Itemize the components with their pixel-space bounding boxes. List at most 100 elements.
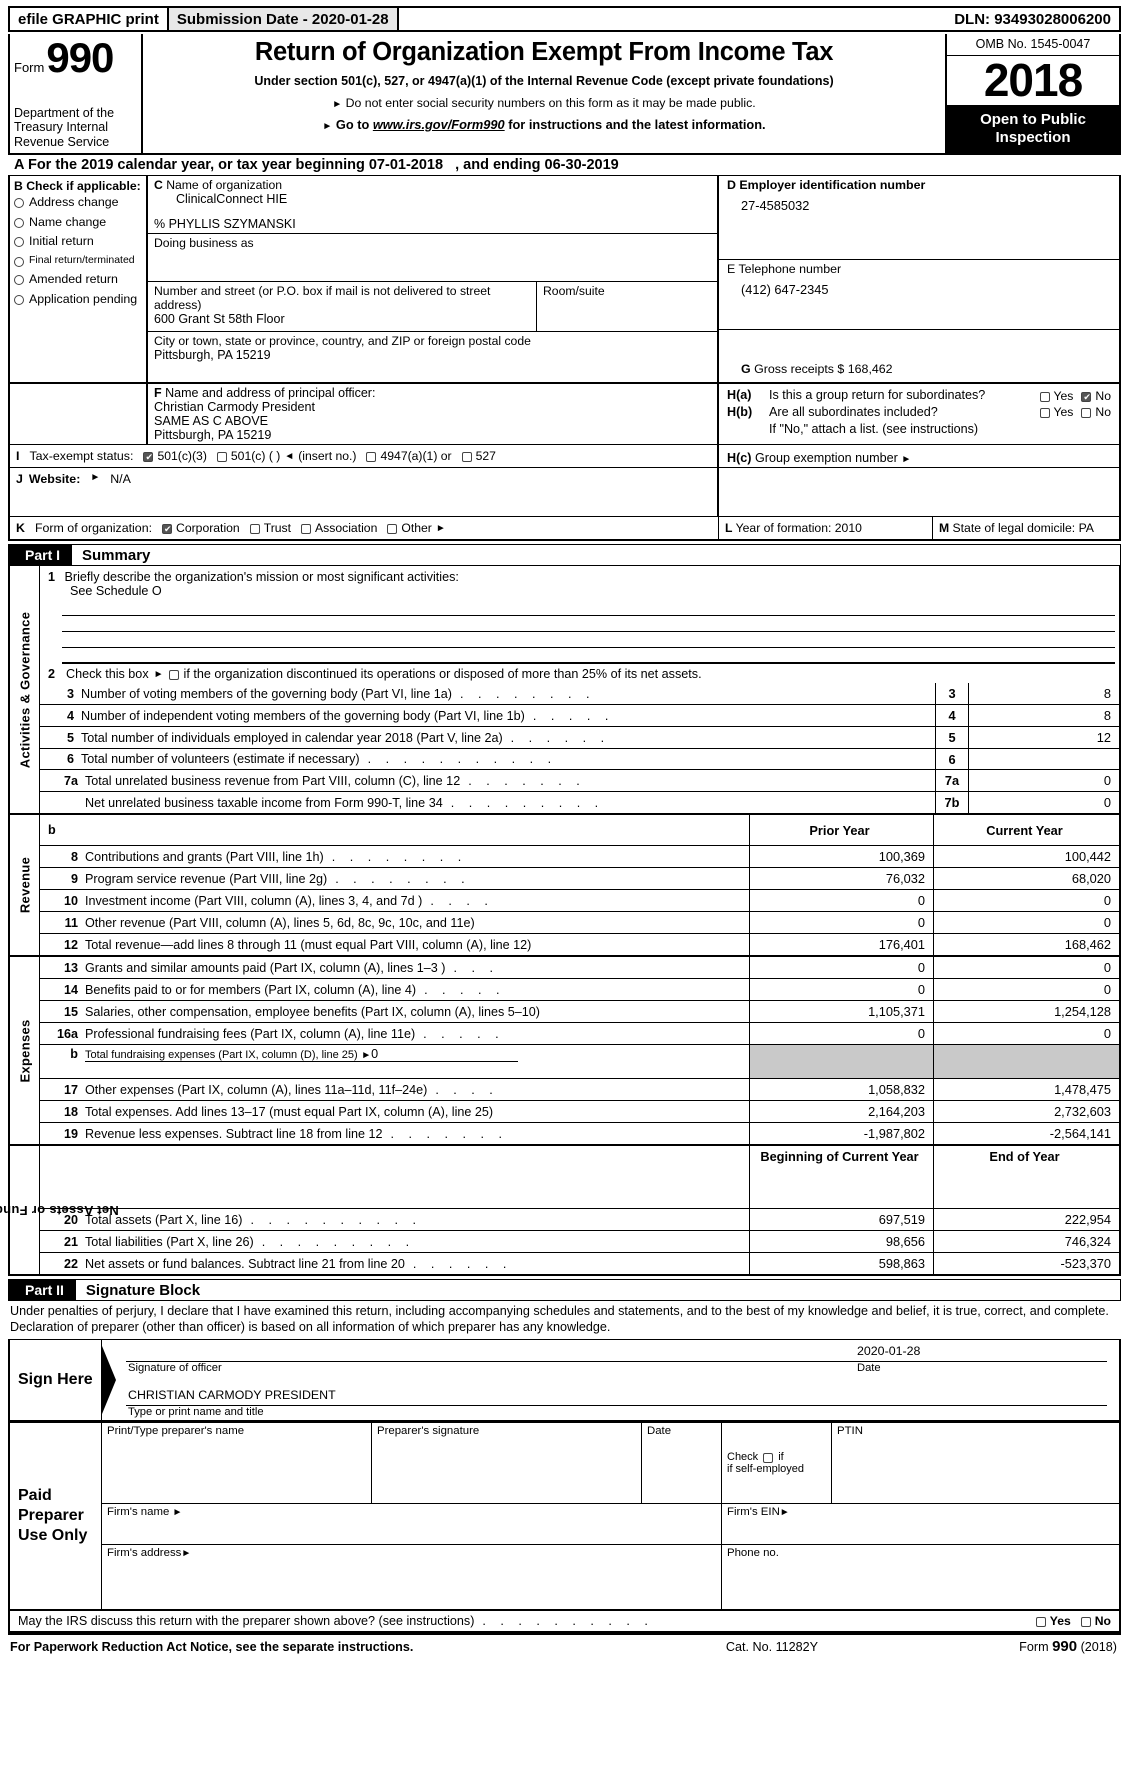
line-22-number: 22 (63, 1256, 78, 1271)
irs-form990-link[interactable]: www.irs.gov/Form990 (373, 117, 505, 132)
phone-label: Phone no. (727, 1547, 779, 1560)
line-7a-row: 7a Total unrelated business revenue from … (40, 769, 1119, 791)
sign-here-block: Sign Here 2020-01-28 Signature of office… (8, 1339, 1121, 1423)
checkbox-association[interactable]: Association (301, 521, 377, 535)
checkbox-icon-address-change[interactable] (14, 198, 24, 208)
section-f-spacer (10, 384, 148, 444)
checkbox-name-change[interactable]: Name change (14, 215, 142, 230)
checkbox-icon-name-change[interactable] (14, 217, 24, 228)
checkbox-icon-line2[interactable] (168, 670, 179, 680)
self-employed-check-row[interactable]: Check if (727, 1451, 826, 1464)
sidebar-net-assets: Net Assets or Fund Balances (0, 1146, 118, 1274)
checkbox-icon-amended-return[interactable] (14, 274, 24, 285)
net-assets-body: Beginning of Current Year End of Year 20… (40, 1146, 1119, 1274)
checkbox-icon-irs-yes[interactable] (1035, 1617, 1046, 1628)
checkbox-icon-application-pending[interactable] (14, 294, 24, 305)
preparer-ptin-cell[interactable]: PTIN (832, 1423, 1119, 1503)
principal-officer-addr2: Pittsburgh, PA 15219 (154, 428, 272, 442)
checkbox-icon-association[interactable] (301, 524, 312, 534)
radio-hb-no[interactable]: No (1081, 405, 1111, 419)
line-11-row: 11 Other revenue (Part VIII, column (A), … (40, 911, 1119, 933)
checkbox-501c3[interactable]: 501(c)(3) (143, 449, 207, 463)
line-4-text-cell: 4 Number of independent voting members of… (40, 705, 935, 726)
checkbox-icon-irs-no[interactable] (1080, 1617, 1091, 1628)
col-header-beginning-year: Beginning of Current Year (749, 1146, 934, 1208)
radio-irs-no[interactable]: No (1080, 1614, 1111, 1628)
checkbox-527[interactable]: 527 (461, 449, 496, 463)
website-value: N/A (110, 472, 131, 486)
form-subtitle-section: Under section 501(c), 527, or 4947(a)(1)… (254, 74, 834, 89)
line-a-text-mid: , and ending (455, 157, 541, 173)
preparer-date-cell[interactable]: Date (642, 1423, 722, 1504)
section-c-label: C (154, 178, 163, 192)
firm-phone-cell[interactable]: Phone no. (722, 1545, 1119, 1609)
checkbox-icon-ha-no[interactable] (1081, 391, 1092, 403)
preparer-signature-cell[interactable]: Preparer's signature (372, 1423, 642, 1504)
firm-address-cell[interactable]: Firm's address► (102, 1545, 722, 1610)
firm-name-cell[interactable]: Firm's name ► (102, 1504, 722, 1545)
checkbox-icon-trust[interactable] (249, 524, 260, 534)
checkbox-other[interactable]: Other ► (387, 521, 446, 535)
checkbox-label-amended-return: Amended return (29, 271, 118, 286)
dots-7b: . . . . . . . . . (450, 795, 604, 810)
preparer-self-employed-cell[interactable]: Check if if self-employed (722, 1423, 832, 1504)
goto-suffix: for instructions and the latest informat… (508, 117, 766, 133)
dln-number: DLN: 93493028006200 (954, 10, 1111, 28)
radio-ha-yes[interactable]: Yes (1039, 389, 1073, 403)
mission-rule-lines (62, 600, 1115, 664)
line-3-text: Number of voting members of the governin… (81, 686, 452, 701)
line-20-row: 20 Total assets (Part X, line 16). . . . … (40, 1208, 1119, 1230)
checkbox-address-change[interactable]: Address change (14, 195, 142, 210)
checkbox-icon-corporation[interactable] (162, 523, 173, 535)
line-7b-text: Net unrelated business taxable income fr… (85, 795, 443, 810)
checkbox-icon-self-employed[interactable] (763, 1453, 774, 1464)
line-14-current: 0 (1103, 982, 1111, 997)
radio-hb-yes[interactable]: Yes (1039, 405, 1073, 419)
checkbox-icon-ha-yes[interactable] (1039, 392, 1050, 403)
gross-receipts-label: Gross receipts $ (754, 362, 845, 376)
section-i-title: Tax-exempt status: (29, 449, 134, 463)
checkbox-corporation[interactable]: Corporation (162, 521, 240, 535)
street-label: Number and street (or P.O. box if mail i… (154, 284, 491, 312)
preparer-name-cell[interactable]: Print/Type preparer's name (102, 1423, 372, 1504)
line-3-row: 3 Number of voting members of the governi… (40, 683, 1119, 704)
radio-ha-no[interactable]: No (1081, 389, 1111, 403)
officer-signature-input[interactable] (126, 1344, 857, 1361)
firm-name-label: Firm's name (107, 1506, 170, 1519)
checkbox-icon-initial-return[interactable] (14, 237, 24, 248)
officer-signature-line[interactable]: 2020-01-28 (126, 1344, 1107, 1363)
label-corporation: Corporation (176, 521, 240, 535)
preparer-row-1: Print/Type preparer's name Preparer's si… (102, 1423, 1119, 1505)
checkbox-application-pending[interactable]: Application pending (14, 292, 142, 307)
sidebar-label-revenue: Revenue (17, 856, 32, 914)
checkbox-icon-hb-no[interactable] (1081, 408, 1092, 419)
checkbox-icon-527[interactable] (461, 452, 472, 462)
section-f-h-row: F Name and address of principal officer:… (8, 382, 1121, 444)
triangle-right-icon-16b: ► (361, 1050, 372, 1061)
checkbox-trust[interactable]: Trust (249, 521, 291, 535)
checkbox-icon-hb-yes[interactable] (1039, 408, 1050, 419)
line-1-text: Briefly describe the organization's miss… (64, 570, 459, 584)
page-title: Return of Organization Exempt From Incom… (254, 38, 834, 66)
line-10-current: 0 (1103, 893, 1111, 908)
checkbox-icon-4947a1[interactable] (366, 452, 377, 462)
checkbox-501c[interactable]: 501(c) ( ) ◄ (insert no.) (216, 449, 356, 463)
label-irs-yes: Yes (1049, 1614, 1071, 1629)
checkbox-icon-501c3[interactable] (143, 451, 154, 463)
section-hc-row: H(c) Group exemption number ► (719, 445, 1119, 467)
line-4-value: 8 (1103, 708, 1111, 723)
goto-prefix: Go to (335, 117, 370, 133)
checkbox-final-return[interactable]: Final return/terminated (14, 254, 142, 267)
checkbox-icon-final-return[interactable] (14, 256, 24, 267)
checkbox-icon-other[interactable] (387, 524, 398, 534)
radio-irs-yes[interactable]: Yes (1035, 1614, 1071, 1629)
checkbox-initial-return[interactable]: Initial return (14, 235, 142, 249)
line-16b-number: b (70, 1047, 78, 1061)
checkbox-4947a1[interactable]: 4947(a)(1) or (366, 449, 452, 463)
line-16b-row: b Total fundraising expenses (Part IX, c… (40, 1044, 1119, 1078)
firm-ein-cell[interactable]: Firm's EIN► (722, 1504, 1119, 1544)
checkbox-icon-501c[interactable] (216, 452, 227, 462)
line-14-number: 14 (63, 982, 78, 997)
line-9-number: 9 (70, 871, 78, 886)
checkbox-amended-return[interactable]: Amended return (14, 271, 142, 287)
